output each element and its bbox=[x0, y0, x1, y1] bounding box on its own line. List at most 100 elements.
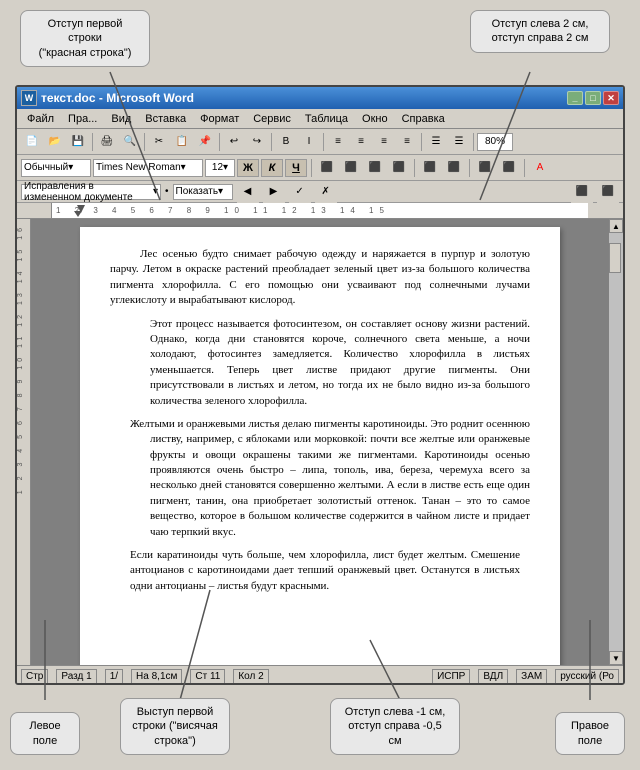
zoom-input[interactable]: 80% bbox=[477, 133, 513, 151]
menu-view[interactable]: Вид bbox=[105, 111, 137, 127]
track-reject[interactable]: ✗ bbox=[315, 181, 337, 203]
status-page: 1/ bbox=[105, 669, 123, 684]
word-icon: W bbox=[21, 90, 37, 106]
undo-button[interactable]: ↩ bbox=[223, 131, 245, 153]
status-zam: ЗАМ bbox=[516, 669, 547, 684]
indent-increase[interactable]: ⬛ bbox=[498, 157, 520, 179]
title-bar: W текст.doc - Microsoft Word _ □ ✕ bbox=[17, 87, 623, 109]
menu-window[interactable]: Окно bbox=[356, 111, 394, 127]
word-window: W текст.doc - Microsoft Word _ □ ✕ Файл … bbox=[15, 85, 625, 685]
bubble-top-right: Отступ слева 2 см, отступ справа 2 см bbox=[470, 10, 610, 53]
open-button[interactable]: 📂 bbox=[44, 131, 66, 153]
format-toolbar: Обычный▾ Times New Roman▾ 12▾ Ж К Ч ⬛ ⬛ … bbox=[17, 155, 623, 181]
bullets-btn[interactable]: ☰ bbox=[425, 131, 447, 153]
toolbar-separator-3 bbox=[219, 133, 220, 151]
justify-format[interactable]: ⬛ bbox=[388, 157, 410, 179]
track-next[interactable]: ▶ bbox=[263, 181, 285, 203]
format-sep-1 bbox=[311, 159, 312, 177]
main-toolbar: 📄 📂 💾 🖨 🔍 ✂ 📋 📌 ↩ ↪ B I ≡ ≡ ≡ ≡ ☰ ☰ 80% bbox=[17, 129, 623, 155]
window-controls: _ □ ✕ bbox=[567, 91, 619, 105]
scroll-track[interactable] bbox=[609, 233, 623, 651]
status-razdel: Разд 1 bbox=[56, 669, 96, 684]
indent-decrease[interactable]: ⬛ bbox=[474, 157, 496, 179]
close-button[interactable]: ✕ bbox=[603, 91, 619, 105]
bubble-bottom-mid-right: Отступ слева -1 см, отступ справа -0,5 с… bbox=[330, 698, 460, 755]
vertical-scrollbar[interactable]: ▲ ▼ bbox=[609, 219, 623, 665]
menu-table[interactable]: Таблица bbox=[299, 111, 354, 127]
track-accept[interactable]: ✓ bbox=[289, 181, 311, 203]
bubble-bottom-mid-left: Выступ первой строки ("висячая строка") bbox=[120, 698, 230, 755]
track-dropdown[interactable]: Исправления в измененном документе▾ bbox=[21, 184, 161, 200]
track-options[interactable]: ⬛ bbox=[571, 181, 593, 203]
numbering-btn[interactable]: ☰ bbox=[448, 131, 470, 153]
menu-help[interactable]: Справка bbox=[396, 111, 451, 127]
document-content: Лес осенью будто снимает рабочую одежду … bbox=[31, 219, 609, 665]
scroll-thumb[interactable] bbox=[609, 243, 621, 273]
minimize-button[interactable]: _ bbox=[567, 91, 583, 105]
bold-toolbar-btn[interactable]: B bbox=[275, 131, 297, 153]
document-area: 1 2 3 4 5 6 7 8 9 10 11 12 13 14 15 16 Л… bbox=[17, 219, 623, 665]
ruler-active-area: 1 2 3 4 5 6 7 8 9 10 11 12 13 14 15 bbox=[52, 203, 588, 218]
print-preview-button[interactable]: 🔍 bbox=[119, 131, 141, 153]
status-str: Стр bbox=[21, 669, 48, 684]
align-center-btn[interactable]: ≡ bbox=[350, 131, 372, 153]
status-kol: Кол 2 bbox=[233, 669, 268, 684]
bubble-bottom-right: Правое поле bbox=[555, 712, 625, 755]
track-prev[interactable]: ◀ bbox=[237, 181, 259, 203]
toolbar-separator-6 bbox=[421, 133, 422, 151]
font-dropdown[interactable]: Times New Roman▾ bbox=[93, 159, 203, 177]
status-bar: Стр Разд 1 1/ На 8,1см Ст 11 Кол 2 ИСПР … bbox=[17, 665, 623, 685]
format-sep-2 bbox=[414, 159, 415, 177]
track-changes-bar: Исправления в измененном документе▾ • По… bbox=[17, 181, 623, 203]
redo-button[interactable]: ↪ bbox=[246, 131, 268, 153]
menu-bar: Файл Пра... Вид Вставка Формат Сервис Та… bbox=[17, 109, 623, 129]
size-dropdown[interactable]: 12▾ bbox=[205, 159, 235, 177]
toolbar-separator-5 bbox=[323, 133, 324, 151]
justify-btn[interactable]: ≡ bbox=[396, 131, 418, 153]
paragraph-1: Лес осенью будто снимает рабочую одежду … bbox=[110, 247, 530, 309]
toolbar-separator-1 bbox=[92, 133, 93, 151]
format-sep-4 bbox=[524, 159, 525, 177]
bold-button[interactable]: Ж bbox=[237, 159, 259, 177]
paste-button[interactable]: 📌 bbox=[194, 131, 216, 153]
scroll-down-button[interactable]: ▼ bbox=[609, 651, 623, 665]
numbering-format[interactable]: ⬛ bbox=[419, 157, 441, 179]
paragraph-3: Желтыми и оранжевыми листья делаю пигмен… bbox=[150, 417, 530, 540]
window-title: текст.doc - Microsoft Word bbox=[41, 91, 567, 105]
copy-button[interactable]: 📋 bbox=[171, 131, 193, 153]
status-na: На 8,1см bbox=[131, 669, 182, 684]
font-color-btn[interactable]: A bbox=[529, 157, 551, 179]
paragraph-2: Этот процесс называется фотосинтезом, он… bbox=[150, 317, 530, 409]
align-right-btn[interactable]: ≡ bbox=[373, 131, 395, 153]
style-dropdown[interactable]: Обычный▾ bbox=[21, 159, 91, 177]
new-button[interactable]: 📄 bbox=[21, 131, 43, 153]
menu-insert[interactable]: Вставка bbox=[139, 111, 192, 127]
cut-button[interactable]: ✂ bbox=[148, 131, 170, 153]
track-compare[interactable]: ⬛ bbox=[597, 181, 619, 203]
toolbar-separator-4 bbox=[271, 133, 272, 151]
align-left-format[interactable]: ⬛ bbox=[316, 157, 338, 179]
status-isp: ИСПР bbox=[432, 669, 470, 684]
toolbar-separator-7 bbox=[473, 133, 474, 151]
bubble-bottom-left: Левое поле bbox=[10, 712, 80, 755]
menu-tools[interactable]: Сервис bbox=[247, 111, 297, 127]
menu-file[interactable]: Файл bbox=[21, 111, 60, 127]
maximize-button[interactable]: □ bbox=[585, 91, 601, 105]
show-dropdown[interactable]: Показать▾ bbox=[173, 184, 233, 200]
bullets-format[interactable]: ⬛ bbox=[443, 157, 465, 179]
align-center-format[interactable]: ⬛ bbox=[340, 157, 362, 179]
format-sep-3 bbox=[469, 159, 470, 177]
status-str2: Ст 11 bbox=[190, 669, 225, 684]
print-button[interactable]: 🖨 bbox=[96, 131, 118, 153]
italic-toolbar-btn[interactable]: I bbox=[298, 131, 320, 153]
scroll-up-button[interactable]: ▲ bbox=[609, 219, 623, 233]
vertical-ruler-left: 1 2 3 4 5 6 7 8 9 10 11 12 13 14 15 16 bbox=[17, 219, 31, 665]
underline-button[interactable]: Ч bbox=[285, 159, 307, 177]
italic-button[interactable]: К bbox=[261, 159, 283, 177]
align-right-format[interactable]: ⬛ bbox=[364, 157, 386, 179]
menu-edit[interactable]: Пра... bbox=[62, 111, 103, 127]
show-label: • bbox=[165, 186, 169, 197]
align-left-btn[interactable]: ≡ bbox=[327, 131, 349, 153]
menu-format[interactable]: Формат bbox=[194, 111, 245, 127]
save-button[interactable]: 💾 bbox=[67, 131, 89, 153]
